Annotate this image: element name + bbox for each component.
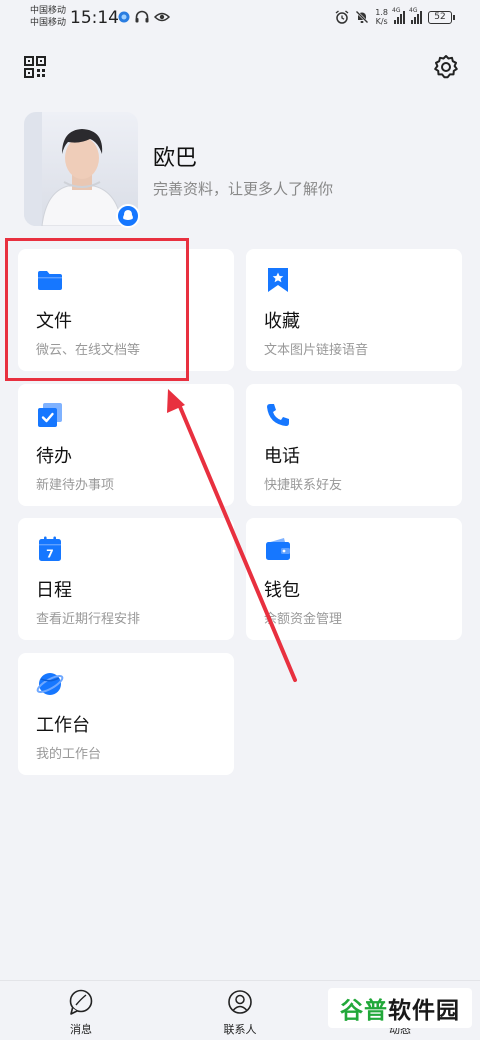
watermark: 谷普软件园 [328,988,472,1028]
contacts-icon [228,990,252,1014]
watermark-part-a: 谷普 [340,998,388,1024]
annotation-arrow [167,389,297,682]
message-icon [69,989,93,1015]
watermark-part-b: 软件园 [388,998,460,1024]
nav-messages-label: 消息 [70,1023,92,1036]
nav-messages[interactable]: 消息 [51,989,111,1037]
nav-contacts-label: 联系人 [223,1023,257,1036]
nav-contacts[interactable]: 联系人 [210,989,270,1037]
